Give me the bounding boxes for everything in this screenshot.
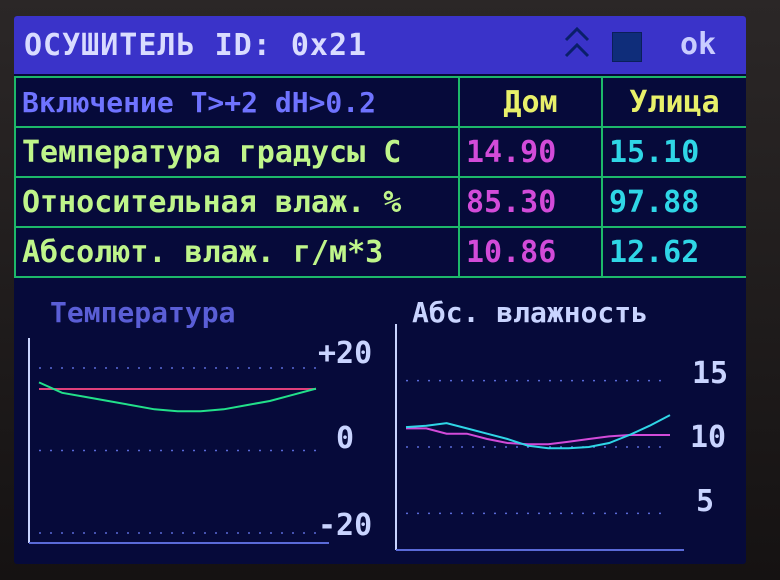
row-label: Относительная влаж. % <box>14 176 460 228</box>
table-header-row: Включение T>+2 dH>0.2 Дом Улица <box>14 76 746 128</box>
lcd-screen: ОСУШИТЕЛЬ ID: 0x21 ok Включение T>+2 dH>… <box>14 16 746 564</box>
temp-tick-label: 0 <box>336 421 355 456</box>
home-value: 10.86 <box>458 226 603 278</box>
column-home: Дом <box>458 76 603 128</box>
row-label: Абсолют. влаж. г/м*3 <box>14 226 460 278</box>
device-title: ОСУШИТЕЛЬ ID: 0x21 <box>24 28 368 63</box>
title-bar: ОСУШИТЕЛЬ ID: 0x21 ok <box>14 16 746 74</box>
table-row-relative-humidity: Относительная влаж. % 85.30 97.88 <box>14 176 746 228</box>
home-value: 14.90 <box>458 126 603 178</box>
street-value: 15.10 <box>601 126 746 178</box>
table-row-temperature: Температура градусы C 14.90 15.10 <box>14 126 746 178</box>
home-value: 85.30 <box>458 176 603 228</box>
humidity-tick-label: 10 <box>690 420 727 455</box>
stop-square-icon[interactable] <box>612 32 642 62</box>
column-street: Улица <box>601 76 746 128</box>
street-value: 97.88 <box>601 176 746 228</box>
chart-series-line <box>406 427 670 446</box>
street-value: 12.62 <box>601 226 746 278</box>
temp-tick-label: -20 <box>318 508 373 543</box>
temp-tick-label: +20 <box>318 336 373 371</box>
humidity-tick-label: 5 <box>696 484 715 519</box>
ok-button[interactable]: ok <box>680 27 716 62</box>
readings-table: Включение T>+2 dH>0.2 Дом Улица Температ… <box>14 76 746 278</box>
double-up-arrow-icon[interactable] <box>562 24 592 64</box>
switch-condition-label: Включение T>+2 dH>0.2 <box>14 76 460 128</box>
chart-series-line <box>38 381 317 413</box>
humidity-tick-label: 15 <box>692 356 729 391</box>
table-row-absolute-humidity: Абсолют. влаж. г/м*3 10.86 12.62 <box>14 226 746 278</box>
row-label: Температура градусы C <box>14 126 460 178</box>
